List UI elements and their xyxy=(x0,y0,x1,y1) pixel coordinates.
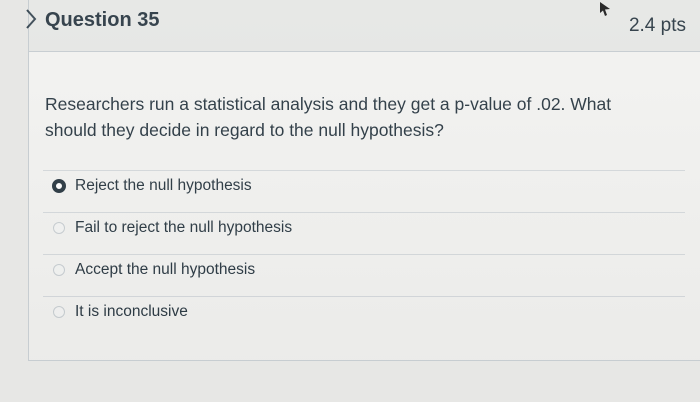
question-title: Question 35 xyxy=(45,9,160,31)
radio-selected-icon[interactable] xyxy=(52,179,66,193)
question-text: Researchers run a statistical analysis a… xyxy=(45,94,612,140)
answer-option[interactable]: Accept the null hypothesis xyxy=(43,254,685,296)
answer-label[interactable]: Fail to reject the null hypothesis xyxy=(75,219,292,237)
radio-unselected-icon[interactable] xyxy=(53,264,65,276)
question-header: Question 35 2.4 pts xyxy=(26,0,700,52)
points-badge: 2.4 pts xyxy=(628,15,686,36)
answer-option[interactable]: It is inconclusive xyxy=(43,296,685,338)
radio-unselected-icon[interactable] xyxy=(53,222,65,234)
answer-label[interactable]: It is inconclusive xyxy=(75,303,188,321)
question-card: Question 35 2.4 pts Researchers run a st… xyxy=(26,0,700,361)
answer-label[interactable]: Reject the null hypothesis xyxy=(75,177,252,195)
answer-label[interactable]: Accept the null hypothesis xyxy=(75,261,255,279)
answer-option[interactable]: Reject the null hypothesis xyxy=(43,170,685,212)
mouse-cursor-icon xyxy=(600,2,610,16)
radio-unselected-icon[interactable] xyxy=(53,306,65,318)
answer-list: Reject the null hypothesis Fail to rejec… xyxy=(43,170,685,338)
chevron-right-icon xyxy=(26,9,37,29)
answer-option[interactable]: Fail to reject the null hypothesis xyxy=(43,212,685,254)
